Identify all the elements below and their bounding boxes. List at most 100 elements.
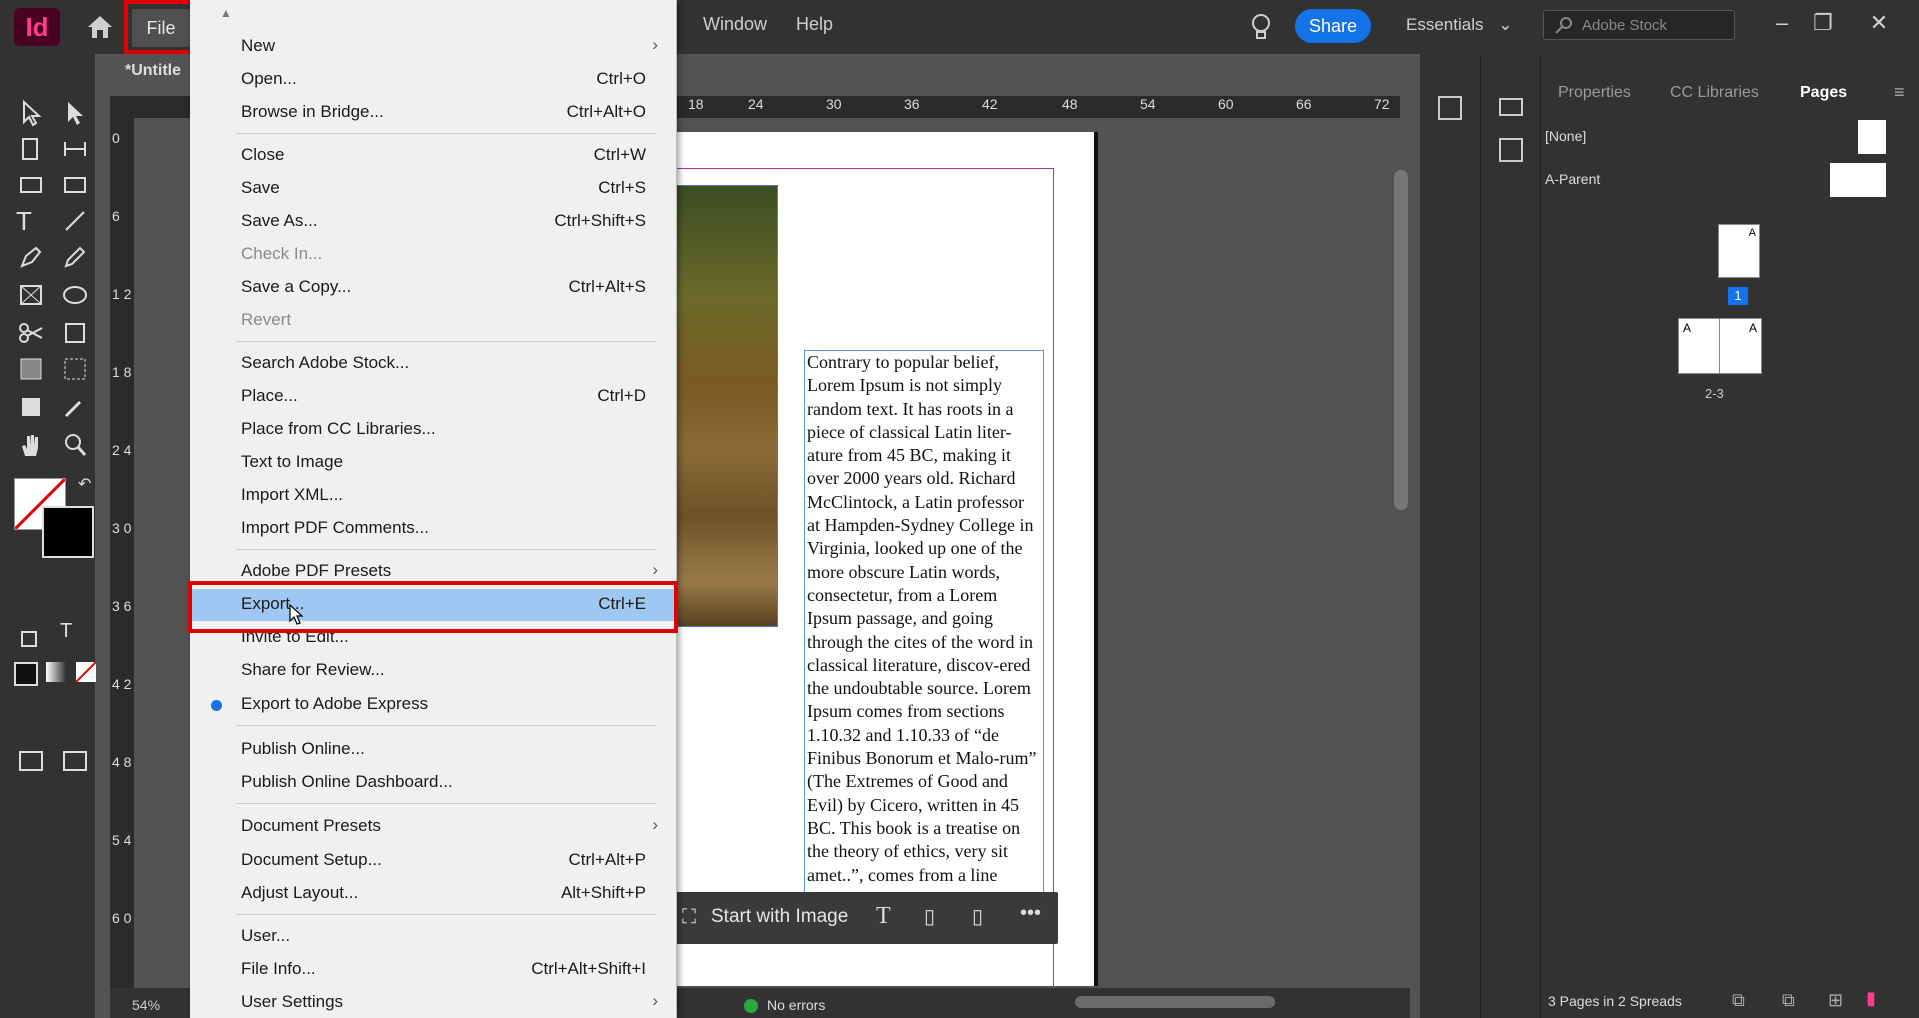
vertical-scrollbar[interactable]: [1394, 170, 1408, 510]
minimize-icon[interactable]: –: [1765, 8, 1799, 38]
menu-item-search-adobe-stock[interactable]: Search Adobe Stock...: [190, 348, 676, 378]
lightbulb-icon[interactable]: [1250, 12, 1272, 42]
scissors-tool-icon[interactable]: [16, 318, 46, 348]
zoom-level[interactable]: 54%: [132, 997, 160, 1013]
menu-item-share-for-review[interactable]: Share for Review...: [190, 655, 676, 685]
gradient-swatch-tool-icon[interactable]: [16, 354, 46, 384]
content-placer-icon[interactable]: [60, 168, 90, 198]
line-tool-icon[interactable]: [60, 206, 90, 236]
zoom-tool-icon[interactable]: [60, 430, 90, 460]
more-options-icon[interactable]: •••: [1020, 902, 1041, 925]
master-a-parent[interactable]: A-Parent: [1545, 171, 1600, 187]
document-icon[interactable]: ▯: [924, 904, 935, 929]
menu-item-place-from-cc-libraries[interactable]: Place from CC Libraries...: [190, 414, 676, 444]
menu-item-save[interactable]: Save Ctrl+S: [190, 173, 676, 203]
master-none-thumbnail[interactable]: [1858, 120, 1886, 154]
workspace-switcher[interactable]: Essentials ⌄: [1406, 15, 1512, 35]
menu-item-publish-online-dashboard[interactable]: Publish Online Dashboard...: [190, 767, 676, 797]
page-1-thumbnail[interactable]: A: [1718, 224, 1760, 278]
selection-tool-icon[interactable]: [16, 98, 46, 128]
document-tab[interactable]: *Untitle: [125, 62, 181, 80]
formatting-container-icon[interactable]: [14, 624, 44, 654]
text-frame[interactable]: Contrary to popular belief, Lorem Ipsum …: [804, 350, 1044, 898]
menu-item-save-a-copy[interactable]: Save a Copy... Ctrl+Alt+S: [190, 272, 676, 302]
menu-help[interactable]: Help: [796, 14, 833, 35]
swap-colors-icon[interactable]: ↶: [78, 474, 108, 504]
ruler-label: 4 8: [112, 754, 132, 770]
free-transform-tool-icon[interactable]: [60, 318, 90, 348]
share-button[interactable]: Share: [1295, 9, 1371, 43]
delete-page-icon[interactable]: ▮: [1866, 988, 1876, 1009]
gradient-feather-tool-icon[interactable]: [60, 354, 90, 384]
preview-mode-icon[interactable]: [60, 746, 90, 776]
apply-gradient-icon[interactable]: [46, 662, 66, 682]
pencil-tool-icon[interactable]: [60, 242, 90, 272]
page-size-icon[interactable]: ⧉: [1732, 990, 1745, 1011]
rectangle-frame-tool-icon[interactable]: [16, 280, 46, 310]
eyedropper-tool-icon[interactable]: [60, 392, 90, 422]
menu-item-import-pdf-comments[interactable]: Import PDF Comments...: [190, 513, 676, 543]
text-icon[interactable]: T: [876, 903, 891, 930]
panel-menu-icon[interactable]: ≡: [1894, 82, 1905, 103]
ruler-label: 6 0: [112, 910, 132, 926]
tab-pages[interactable]: Pages: [1800, 84, 1847, 102]
collapsed-panel-dock: [1420, 54, 1480, 1018]
hand-tool-icon[interactable]: [16, 430, 46, 460]
menu-item-document-presets[interactable]: Document Presets ›: [190, 811, 676, 841]
master-a-parent-thumbnail[interactable]: [1830, 163, 1886, 197]
menu-item-save-as[interactable]: Save As... Ctrl+Shift+S: [190, 206, 676, 236]
note-tool-icon[interactable]: [16, 392, 46, 422]
horizontal-scrollbar[interactable]: [1075, 996, 1275, 1008]
grid-panel-icon[interactable]: [1499, 98, 1523, 116]
menu-item-browse-in-bridge[interactable]: Browse in Bridge... Ctrl+Alt+O: [190, 97, 676, 127]
menu-item-new[interactable]: New ›: [190, 31, 676, 61]
adobe-stock-search-input[interactable]: Adobe Stock: [1543, 10, 1735, 40]
direct-selection-tool-icon[interactable]: [60, 98, 90, 128]
menu-item-import-xml[interactable]: Import XML...: [190, 480, 676, 510]
stroke-swatch[interactable]: [42, 506, 94, 558]
menu-item-document-setup[interactable]: Document Setup... Ctrl+Alt+P: [190, 845, 676, 875]
menu-window[interactable]: Window: [703, 14, 767, 35]
start-with-image-button[interactable]: Start with Image: [711, 906, 848, 928]
menu-item-publish-online[interactable]: Publish Online...: [190, 734, 676, 764]
vertical-ruler[interactable]: 0 6 1 2 1 8 2 4 3 0 3 6 4 2 4 8 5 4 6 0: [110, 96, 134, 996]
menu-item-place[interactable]: Place... Ctrl+D: [190, 381, 676, 411]
menu-item-close[interactable]: Close Ctrl+W: [190, 140, 676, 170]
menu-item-text-to-image[interactable]: Text to Image: [190, 447, 676, 477]
new-page-icon[interactable]: ⊞: [1828, 990, 1843, 1011]
layers-panel-icon[interactable]: [1438, 96, 1462, 120]
menu-item-adjust-layout[interactable]: Adjust Layout... Alt+Shift+P: [190, 878, 676, 908]
menu-item-user[interactable]: User...: [190, 921, 676, 951]
page-settings-icon[interactable]: ▯: [972, 904, 983, 929]
menu-item-revert: Revert: [241, 310, 292, 329]
edit-page-icon[interactable]: ⧉: [1782, 990, 1795, 1011]
content-collector-icon[interactable]: [16, 168, 46, 198]
close-icon[interactable]: ✕: [1862, 8, 1896, 38]
preflight-status[interactable]: No errors: [767, 997, 825, 1013]
menu-item-file-info[interactable]: File Info... Ctrl+Alt+Shift+I: [190, 954, 676, 984]
ruler-label: 66: [1296, 96, 1312, 112]
menu-item-open[interactable]: Open... Ctrl+O: [190, 64, 676, 94]
ruler-label: 18: [688, 96, 704, 112]
menu-item-user-settings[interactable]: User Settings ›: [190, 987, 676, 1017]
export-panel-icon[interactable]: [1499, 138, 1523, 162]
type-tool-icon[interactable]: T: [16, 206, 46, 236]
apply-color-icon[interactable]: [14, 662, 38, 686]
spread-2-3-thumbnail[interactable]: A A: [1678, 318, 1762, 374]
formatting-text-icon[interactable]: T: [60, 620, 90, 650]
apply-none-icon[interactable]: [75, 661, 97, 683]
home-icon[interactable]: [86, 14, 114, 40]
menu-scroll-up-icon[interactable]: ▲: [220, 6, 232, 20]
pen-tool-icon[interactable]: [16, 242, 46, 272]
restore-icon[interactable]: ❐: [1806, 8, 1840, 38]
master-none[interactable]: [None]: [1545, 128, 1586, 144]
tab-cc-libraries[interactable]: CC Libraries: [1670, 84, 1759, 102]
gap-tool-icon[interactable]: [60, 134, 90, 164]
ellipse-tool-icon[interactable]: [60, 280, 90, 310]
forest-path-image[interactable]: [676, 185, 778, 627]
tab-properties[interactable]: Properties: [1558, 84, 1631, 102]
screen-mode-icon[interactable]: [16, 746, 46, 776]
workspace-label: Essentials: [1406, 15, 1484, 34]
menu-item-export-to-adobe-express[interactable]: Export to Adobe Express: [190, 689, 676, 719]
page-tool-icon[interactable]: [16, 134, 46, 164]
